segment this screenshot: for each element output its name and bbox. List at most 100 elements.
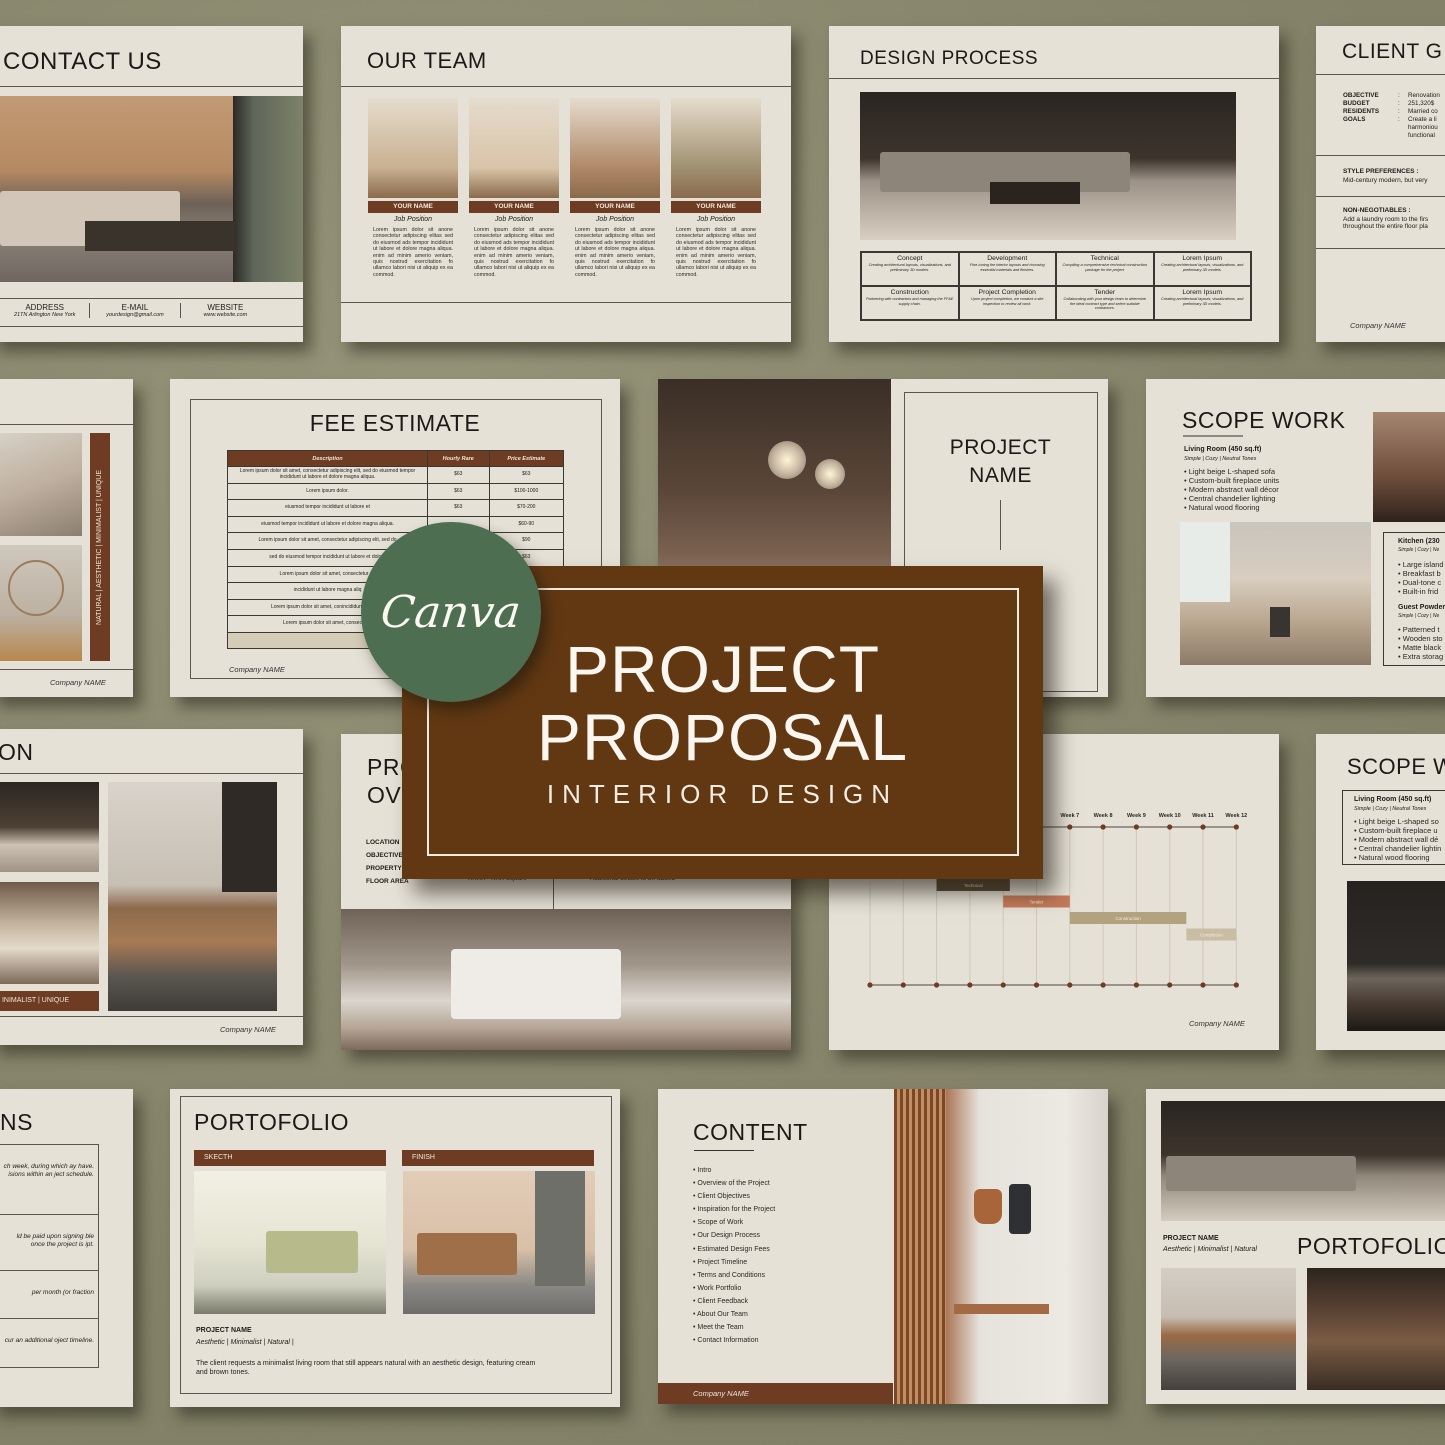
week-dot	[1067, 824, 1073, 830]
client-row: RESIDENTS: Married co	[1343, 108, 1445, 116]
week-dot	[1067, 982, 1073, 988]
process-step-desc: Partnering with contractors and managing…	[866, 297, 954, 306]
week-dot	[967, 982, 973, 988]
content-list-item[interactable]: Estimated Design Fees	[693, 1243, 775, 1256]
content-list-item[interactable]: Client Objectives	[693, 1190, 775, 1203]
slide-title: DESIGN PROCESS	[860, 48, 1039, 69]
week-label: Week 9	[1127, 813, 1146, 819]
team-member-name: YOUR NAME	[570, 201, 660, 213]
week-label: Week 10	[1159, 813, 1181, 819]
divider	[1000, 500, 1001, 550]
fee-cell: $63	[427, 482, 490, 501]
scope-work-slide-2: SCOPE W Living Room (450 sq.ft) Simple |…	[1316, 734, 1445, 1050]
slide-title: SCOPE W	[1347, 754, 1445, 779]
week-dot	[1167, 824, 1173, 830]
project-name: PROJECT NAME	[196, 1327, 252, 1334]
fee-cell: eiusmod tempor incididunt ut labore et d…	[227, 515, 428, 534]
company-name: Company NAME	[229, 665, 285, 674]
slide-title: PORTOFOLIO	[194, 1109, 349, 1135]
living-room-tags: Simple | Cozy | Neutral Tones	[1184, 456, 1257, 462]
process-step: Construction Partnering with contractors …	[861, 286, 959, 320]
project-tags: Aesthetic | Minimalist | Natural |	[196, 1339, 294, 1346]
content-list-item[interactable]: Client Feedback	[693, 1295, 775, 1308]
divider	[694, 1150, 754, 1151]
fee-row: eiusmod tempor incididunt ut labore et $6…	[227, 499, 565, 517]
living-room-list: Light beige L-shaped sofaCustom-built fi…	[1184, 467, 1279, 512]
bedroom-photo	[0, 882, 99, 984]
divider	[0, 1016, 303, 1017]
list-item: Wooden sto	[1398, 634, 1443, 643]
slide-title: ON	[0, 739, 34, 765]
team-member-position: Job Position	[494, 216, 534, 223]
kitchen-tags: Simple | Cozy | Ne	[1398, 547, 1440, 553]
process-step: Lorem Ipsum Creating architectural layout…	[1153, 286, 1251, 320]
team-member-bio: Lorem ipsum dolor sit anone consectetur …	[575, 227, 655, 278]
client-row-value: Create a li harmoniou functional	[1408, 116, 1438, 139]
week-dot	[1100, 824, 1106, 830]
process-step: Tender Collaborating with your design tea…	[1056, 286, 1154, 320]
list-item: Large island	[1398, 560, 1444, 569]
divider	[1316, 196, 1445, 197]
content-list-item[interactable]: Overview of the Project	[693, 1177, 775, 1190]
kitchen-marble-photo	[108, 782, 277, 1011]
divider	[1316, 155, 1445, 156]
client-row-key: GOALS	[1343, 116, 1366, 123]
finish-label: FINISH	[402, 1150, 594, 1166]
powder-list: Patterned tWooden stoMatte blackExtra st…	[1398, 625, 1443, 661]
client-row: BUDGET: 251,320$	[1343, 100, 1445, 108]
process-step-name: Construction	[890, 289, 929, 296]
terms-block: per month (or fraction	[0, 1271, 98, 1319]
kitchen-list: Large islandBreakfast bDual-tone cBuilt-…	[1398, 560, 1444, 596]
client-goals-slide: CLIENT G OBJECTIVE: Renovation BUDGET: 251,…	[1316, 26, 1445, 342]
list-item: Breakfast b	[1398, 569, 1444, 578]
team-member-bio: Lorem ipsum dolor sit anone consectetur …	[676, 227, 756, 278]
canva-logo-text: Canva	[378, 586, 524, 638]
list-item: Dual-tone c	[1398, 578, 1444, 587]
portfolio-slide-2: PROJECT NAME Aesthetic | Minimalist | Na…	[1146, 1089, 1445, 1404]
bedroom-photo	[341, 909, 791, 1050]
process-step: Technical Compiling a comprehensive techn…	[1056, 252, 1154, 286]
hallway-photo	[894, 1089, 1108, 1404]
style-text: Mid-century modern, but very	[1343, 177, 1428, 184]
moodboard-slide: NATURAL | AESTHETIC | MINIMALIST | UNIQU…	[0, 379, 133, 697]
divider	[1316, 248, 1445, 249]
content-list-item[interactable]: Inspiration for the Project	[693, 1203, 775, 1216]
content-list-item[interactable]: Scope of Work	[693, 1216, 775, 1229]
contact-address: ADDRESS 21TN Arlington New York	[0, 303, 91, 318]
living-room-title: Living Room (450 sq.ft)	[1184, 446, 1262, 453]
process-step-desc: Upon project completion, we conduct a si…	[971, 297, 1044, 306]
process-table: Concept Creating architectural layouts, v…	[860, 251, 1252, 321]
content-list-item[interactable]: Intro	[693, 1164, 775, 1177]
list-item: Matte black	[1398, 643, 1443, 652]
terms-block: cur an additional oject timeline.	[0, 1319, 98, 1367]
week-label: Week 12	[1225, 813, 1247, 819]
content-list-item[interactable]: Terms and Conditions	[693, 1269, 775, 1282]
content-list-item[interactable]: About Our Team	[693, 1308, 775, 1321]
contact-email: E-MAIL yourdesign@gmail.com	[90, 303, 181, 318]
content-list-item[interactable]: Meet the Team	[693, 1321, 775, 1334]
fee-row: Lorem ipsum dolor. $63 $100-1000	[227, 482, 565, 501]
living-photo	[1161, 1101, 1445, 1221]
content-list-item[interactable]: Contact Information	[693, 1334, 775, 1347]
process-step-name: Lorem Ipsum	[1182, 255, 1223, 262]
fee-cell: $63	[427, 499, 490, 517]
hero-subtitle: INTERIOR DESIGN	[546, 779, 899, 809]
process-step-desc: Creating architectural layouts, visualiz…	[1161, 263, 1244, 272]
content-list-item[interactable]: Our Design Process	[693, 1229, 775, 1242]
week-dot	[1200, 982, 1206, 988]
list-item: Natural wood flooring	[1354, 853, 1441, 862]
living-room-title: Living Room (450 sq.ft)	[1354, 796, 1432, 803]
living-room-list: Light beige L-shaped soCustom-built fire…	[1354, 817, 1442, 862]
week-dot	[1233, 982, 1239, 988]
client-row-value: 251,320$	[1408, 100, 1435, 107]
fee-cell: Lorem ipsum dolor.	[227, 482, 428, 501]
client-row: OBJECTIVE: Renovation	[1343, 92, 1445, 100]
terms-text: per month (or fraction	[31, 1289, 94, 1296]
list-item: Light beige L-shaped so	[1354, 817, 1441, 826]
client-row-colon: :	[1398, 108, 1400, 115]
content-list-item[interactable]: Work Portfolio	[693, 1282, 775, 1295]
content-list-item[interactable]: Project Timeline	[693, 1256, 775, 1269]
terms-table: ch week, during which ay have. isions wi…	[0, 1144, 99, 1368]
slide-title: CONTACT US	[3, 48, 162, 75]
list-item: Built-in frid	[1398, 587, 1444, 596]
